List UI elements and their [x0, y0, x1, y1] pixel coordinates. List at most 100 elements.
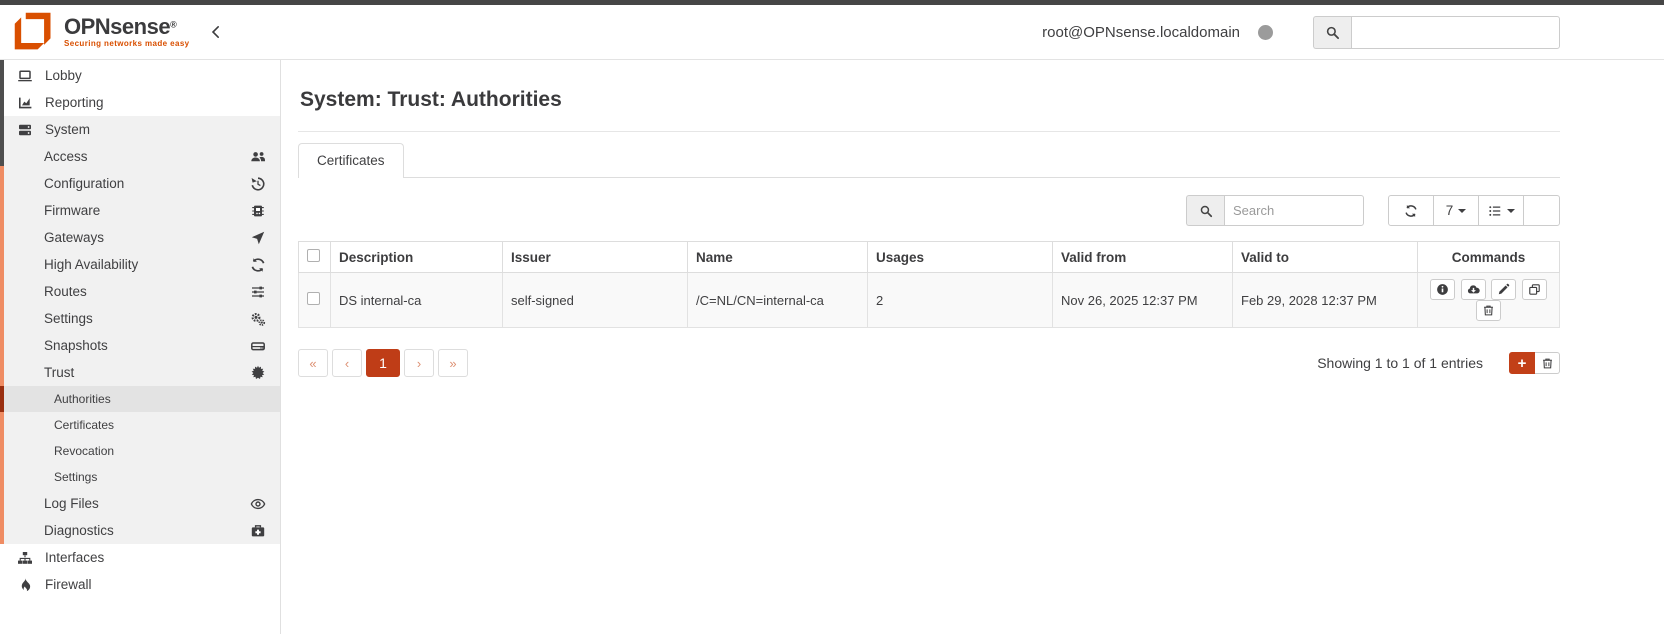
edit-button[interactable] [1491, 279, 1517, 300]
cell-description: DS internal-ca [330, 272, 503, 328]
sidebar-item-label: Diagnostics [44, 523, 114, 538]
column-header-description[interactable]: Description [330, 241, 503, 273]
clone-button[interactable] [1521, 279, 1547, 300]
pagination-prev-button[interactable]: ‹ [332, 349, 362, 377]
area-chart-icon [16, 95, 34, 111]
sidebar-item-diagnostics[interactable]: Diagnostics [4, 517, 280, 544]
sidebar-item-firmware[interactable]: Firmware [4, 197, 280, 224]
sidebar-item-interfaces[interactable]: Interfaces [0, 544, 280, 571]
logged-in-user: root@OPNsense.localdomain [1042, 23, 1240, 41]
status-dot [1258, 24, 1273, 40]
brand-tagline: Securing networks made easy [64, 39, 190, 48]
sidebar-item-label: Revocation [54, 444, 115, 458]
delete-button[interactable] [1476, 300, 1501, 321]
sidebar-item-high-availability[interactable]: High Availability [4, 251, 280, 278]
select-all-checkbox[interactable] [307, 249, 320, 262]
menu-collapse-button[interactable] [206, 22, 226, 42]
sidebar-item-label: Firewall [45, 577, 92, 592]
brand[interactable]: OPNsense® Securing networks made easy [12, 10, 226, 54]
sidebar-item-label: Configuration [44, 176, 125, 191]
grid-button-group: 7 [1388, 195, 1560, 226]
sidebar-item-snapshots[interactable]: Snapshots [4, 332, 280, 359]
cloud-download-icon [1467, 285, 1480, 294]
opnsense-logo-icon [14, 12, 51, 50]
sidebar-item-lobby[interactable]: Lobby [0, 62, 280, 89]
column-header-valid-to[interactable]: Valid to [1232, 241, 1418, 273]
delete-selected-button[interactable] [1535, 352, 1560, 374]
sidebar-scrollbar-thumb[interactable] [0, 60, 4, 166]
column-header-usages[interactable]: Usages [867, 241, 1053, 273]
cell-valid-from: Nov 26, 2025 12:37 PM [1052, 272, 1233, 328]
header-right: root@OPNsense.localdomain [1042, 15, 1560, 49]
caret-down-icon [1506, 208, 1515, 213]
sidebar-item-label: Settings [54, 470, 98, 484]
sidebar-item-routes[interactable]: Routes [4, 278, 280, 305]
sidebar-section-system: System Access Configuration Firmware Gat… [0, 116, 280, 544]
column-header-name[interactable]: Name [687, 241, 868, 273]
page-size-value: 7 [1445, 203, 1454, 218]
sidebar-item-access[interactable]: Access [4, 143, 280, 170]
pagination-first-button[interactable]: « [298, 349, 328, 377]
sidebar-item-label: Reporting [45, 95, 104, 110]
sidebar-item-label: High Availability [44, 257, 139, 272]
sidebar-item-revocation[interactable]: Revocation [4, 438, 280, 464]
sidebar-item-settings[interactable]: Settings [4, 305, 280, 332]
page-size-select[interactable]: 7 [1433, 195, 1479, 226]
pagination-next-button[interactable]: › [404, 349, 434, 377]
trash-icon [1542, 358, 1552, 368]
cell-usages: 2 [867, 272, 1053, 328]
tab-label: Certificates [317, 153, 385, 168]
entries-summary: Showing 1 to 1 of 1 entries [1317, 355, 1483, 371]
refresh-button[interactable] [1388, 195, 1434, 226]
column-header-issuer[interactable]: Issuer [502, 241, 688, 273]
fire-icon [16, 577, 34, 593]
sidebar-item-label: System [45, 122, 91, 137]
sidebar-item-label: Settings [44, 311, 93, 326]
sidebar-item-label: Routes [44, 284, 87, 299]
add-button[interactable]: + [1509, 352, 1535, 374]
info-button[interactable] [1430, 279, 1456, 300]
sidebar-item-trust-settings[interactable]: Settings [4, 464, 280, 490]
header-search-input[interactable] [1351, 15, 1560, 49]
users-icon [250, 149, 266, 165]
search-icon [1313, 15, 1351, 49]
list-icon [1488, 205, 1500, 216]
download-button[interactable] [1460, 279, 1486, 300]
sidebar-item-gateways[interactable]: Gateways [4, 224, 280, 251]
sidebar-item-system[interactable]: System [4, 116, 280, 143]
sidebar-item-configuration[interactable]: Configuration [4, 170, 280, 197]
column-select-button[interactable] [1478, 195, 1524, 226]
pagination-last-button[interactable]: » [438, 349, 468, 377]
sidebar-item-firewall[interactable]: Firewall [0, 571, 280, 598]
row-select-cell [298, 272, 331, 328]
column-header-commands: Commands [1417, 241, 1560, 273]
sidebar-item-label: Snapshots [44, 338, 108, 353]
toolbar-spacer-button[interactable] [1523, 195, 1560, 226]
authorities-table: Description Issuer Name Usages Valid fro… [298, 241, 1560, 328]
tab-certificates[interactable]: Certificates [298, 143, 404, 178]
sidebar-item-label: Access [44, 149, 88, 164]
table-header-row: Description Issuer Name Usages Valid fro… [298, 241, 1560, 273]
caret-down-icon [1458, 208, 1467, 213]
sidebar-item-certificates[interactable]: Certificates [4, 412, 280, 438]
sidebar-item-label: Lobby [45, 68, 82, 83]
select-all-cell [298, 241, 331, 273]
chevron-left-icon [211, 26, 219, 38]
pagination-page-1-button[interactable]: 1 [366, 349, 400, 377]
grid-search-input[interactable] [1224, 195, 1364, 226]
column-header-valid-from[interactable]: Valid from [1052, 241, 1233, 273]
sidebar-item-reporting[interactable]: Reporting [0, 89, 280, 116]
sidebar-item-log-files[interactable]: Log Files [4, 490, 280, 517]
sidebar-item-label: Gateways [44, 230, 105, 245]
cell-valid-to: Feb 29, 2028 12:37 PM [1232, 272, 1418, 328]
cell-name: /C=NL/CN=internal-ca [687, 272, 868, 328]
eye-icon [250, 496, 266, 512]
clone-icon [1529, 284, 1540, 295]
medkit-icon [250, 523, 266, 539]
row-checkbox[interactable] [307, 292, 320, 305]
sidebar-item-trust[interactable]: Trust [4, 359, 280, 386]
sidebar-item-authorities[interactable]: Authorities [0, 386, 280, 412]
pagination-row: « ‹ 1 › » Showing 1 to 1 of 1 entries + [298, 349, 1560, 377]
brand-reg: ® [170, 19, 177, 30]
sliders-icon [250, 284, 266, 300]
